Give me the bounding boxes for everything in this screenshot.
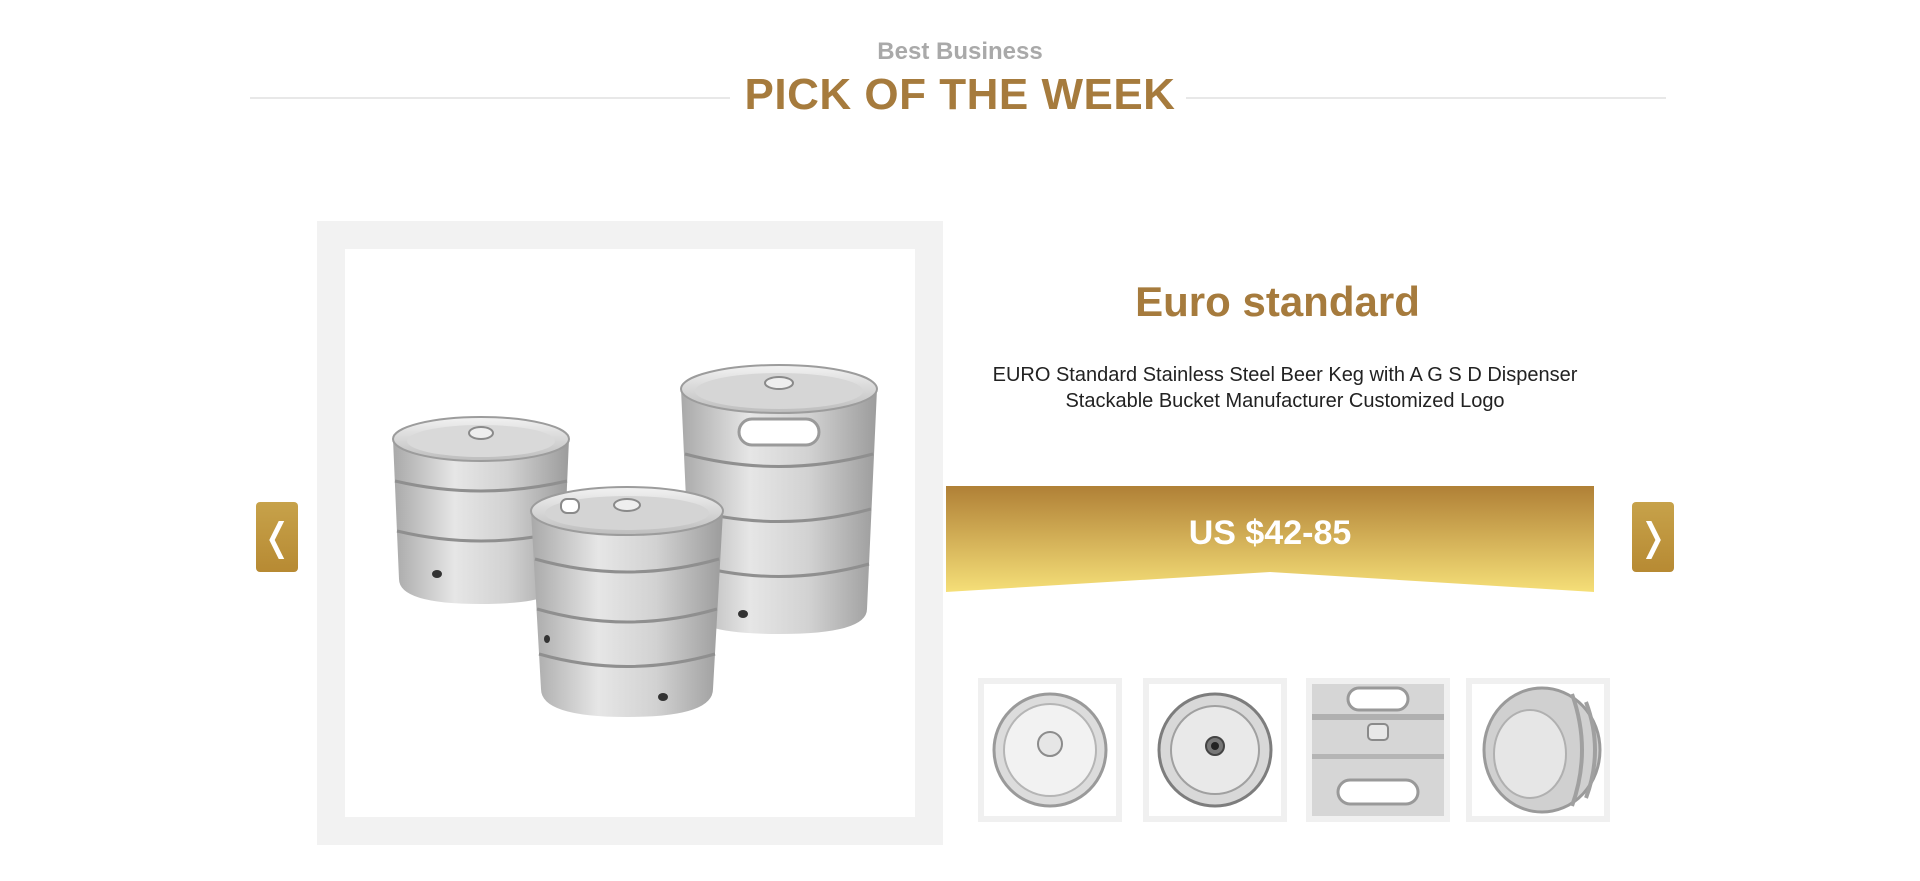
product-main-image-frame — [317, 221, 943, 845]
product-description: EURO Standard Stainless Steel Beer Keg w… — [992, 364, 1578, 412]
keg-side-closeup-thumbnail[interactable] — [1466, 678, 1610, 822]
keg-side-closeup-image — [1472, 684, 1604, 816]
carousel-prev-button[interactable]: ❬ — [256, 502, 298, 572]
beer-kegs-image[interactable] — [345, 249, 915, 817]
keg-handle-closeup-thumbnail[interactable] — [1306, 678, 1450, 822]
chevron-right-icon: ❭ — [1637, 515, 1669, 559]
keg-top-view-thumbnail[interactable] — [978, 678, 1122, 822]
chevron-left-icon: ❬ — [261, 515, 293, 559]
keg-front — [530, 486, 724, 717]
price-banner: US $42-85 — [946, 486, 1594, 594]
keg-top-view-image — [992, 692, 1108, 808]
keg-bottom-view-image — [1157, 692, 1273, 808]
carousel-next-button[interactable]: ❭ — [1632, 502, 1674, 572]
section-subtitle: Best Business — [877, 38, 1043, 65]
keg-bottom-view-thumbnail[interactable] — [1143, 678, 1287, 822]
kegs-illustration — [392, 364, 878, 717]
product-title[interactable]: Euro standard — [944, 278, 1611, 326]
section-title: PICK OF THE WEEK — [744, 70, 1176, 119]
section-header: Best Business PICK OF THE WEEK — [0, 0, 1920, 140]
keg-handle-closeup-image — [1312, 684, 1444, 816]
product-price: US $42-85 — [1188, 514, 1352, 552]
